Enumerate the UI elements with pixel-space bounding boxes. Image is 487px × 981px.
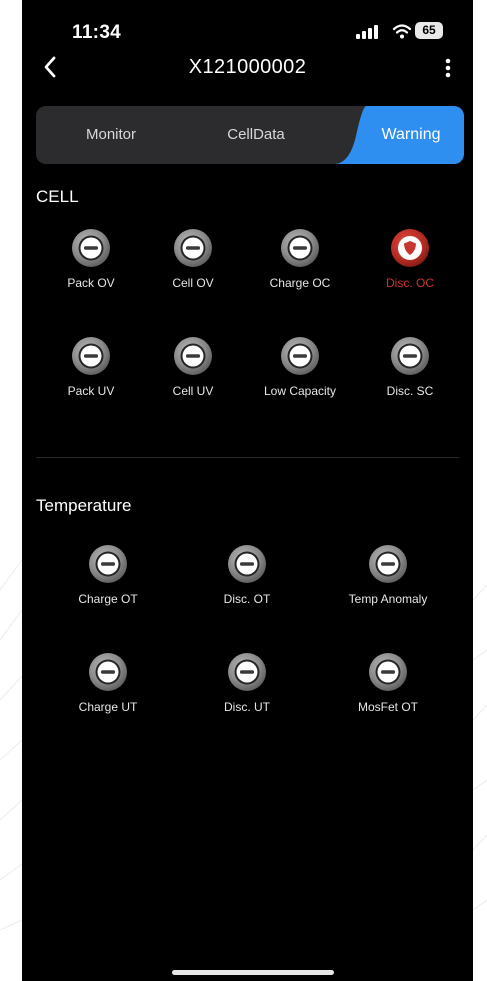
warning-cell-ov: Cell OV (148, 228, 238, 290)
warning-label: Disc. UT (224, 700, 270, 714)
phone-screen: 11:34 65 X121000002 Monitor CellData War… (22, 0, 473, 981)
warning-label: Cell UV (172, 384, 214, 398)
inactive-indicator-icon (281, 337, 319, 375)
page-title: X121000002 (188, 56, 307, 78)
status-bar: 11:34 65 (22, 0, 473, 46)
tab-celldata[interactable]: CellData (186, 106, 326, 164)
inactive-indicator-icon (391, 337, 429, 375)
section-divider (36, 457, 459, 458)
alert-shield-icon (391, 229, 429, 267)
warning-pack-ov: Pack OV (46, 228, 136, 290)
warning-pack-uv: Pack UV (46, 336, 136, 398)
wifi-icon (392, 24, 412, 39)
warning-label: Charge OC (269, 276, 331, 290)
tab-bar: Monitor CellData Warning (36, 106, 464, 164)
warning-label: Disc. SC (386, 384, 434, 398)
tab-warning-active[interactable]: Warning (336, 106, 464, 164)
inactive-indicator-icon (281, 229, 319, 267)
inactive-indicator-icon (174, 337, 212, 375)
warning-disc-ut: Disc. UT (187, 652, 307, 714)
temperature-section-title: Temperature (36, 496, 132, 515)
inactive-indicator-icon (228, 545, 266, 583)
nav-bar: X121000002 (22, 50, 473, 86)
warning-label: Charge OT (78, 592, 138, 606)
warning-label: Cell OV (172, 276, 214, 290)
home-indicator[interactable] (172, 970, 334, 975)
inactive-indicator-icon (89, 545, 127, 583)
inactive-indicator-icon (369, 545, 407, 583)
battery-indicator: 65 (415, 22, 443, 39)
tab-monitor[interactable]: Monitor (36, 106, 186, 164)
more-menu-icon[interactable] (440, 54, 456, 82)
warning-disc-oc: Disc. OC (360, 228, 460, 290)
inactive-indicator-icon (174, 229, 212, 267)
warning-charge-oc: Charge OC (250, 228, 350, 290)
warning-disc-sc: Disc. SC (360, 336, 460, 398)
inactive-indicator-icon (72, 229, 110, 267)
warning-low-capacity: Low Capacity (250, 336, 350, 398)
warning-charge-ot: Charge OT (48, 544, 168, 606)
inactive-indicator-icon (72, 337, 110, 375)
warning-label: Low Capacity (263, 384, 337, 398)
inactive-indicator-icon (228, 653, 266, 691)
warning-mosfet-ot: MosFet OT (328, 652, 448, 714)
tab-warning[interactable]: Warning (336, 106, 464, 164)
warning-temp-anomaly: Temp Anomaly (328, 544, 448, 606)
warning-label: Charge UT (78, 700, 138, 714)
warning-label: Pack OV (67, 276, 115, 290)
cell-section-title: CELL (36, 187, 79, 206)
warning-label: Disc. OT (223, 592, 271, 606)
warning-disc-ot: Disc. OT (187, 544, 307, 606)
warning-label: Disc. OC (386, 276, 434, 290)
cellular-signal-icon (356, 25, 378, 39)
warning-cell-uv: Cell UV (148, 336, 238, 398)
inactive-indicator-icon (369, 653, 407, 691)
warning-label: Temp Anomaly (348, 592, 428, 606)
warning-label: MosFet OT (357, 700, 418, 714)
warning-label: Pack UV (67, 384, 115, 398)
inactive-indicator-icon (89, 653, 127, 691)
status-time: 11:34 (72, 22, 122, 43)
warning-charge-ut: Charge UT (48, 652, 168, 714)
